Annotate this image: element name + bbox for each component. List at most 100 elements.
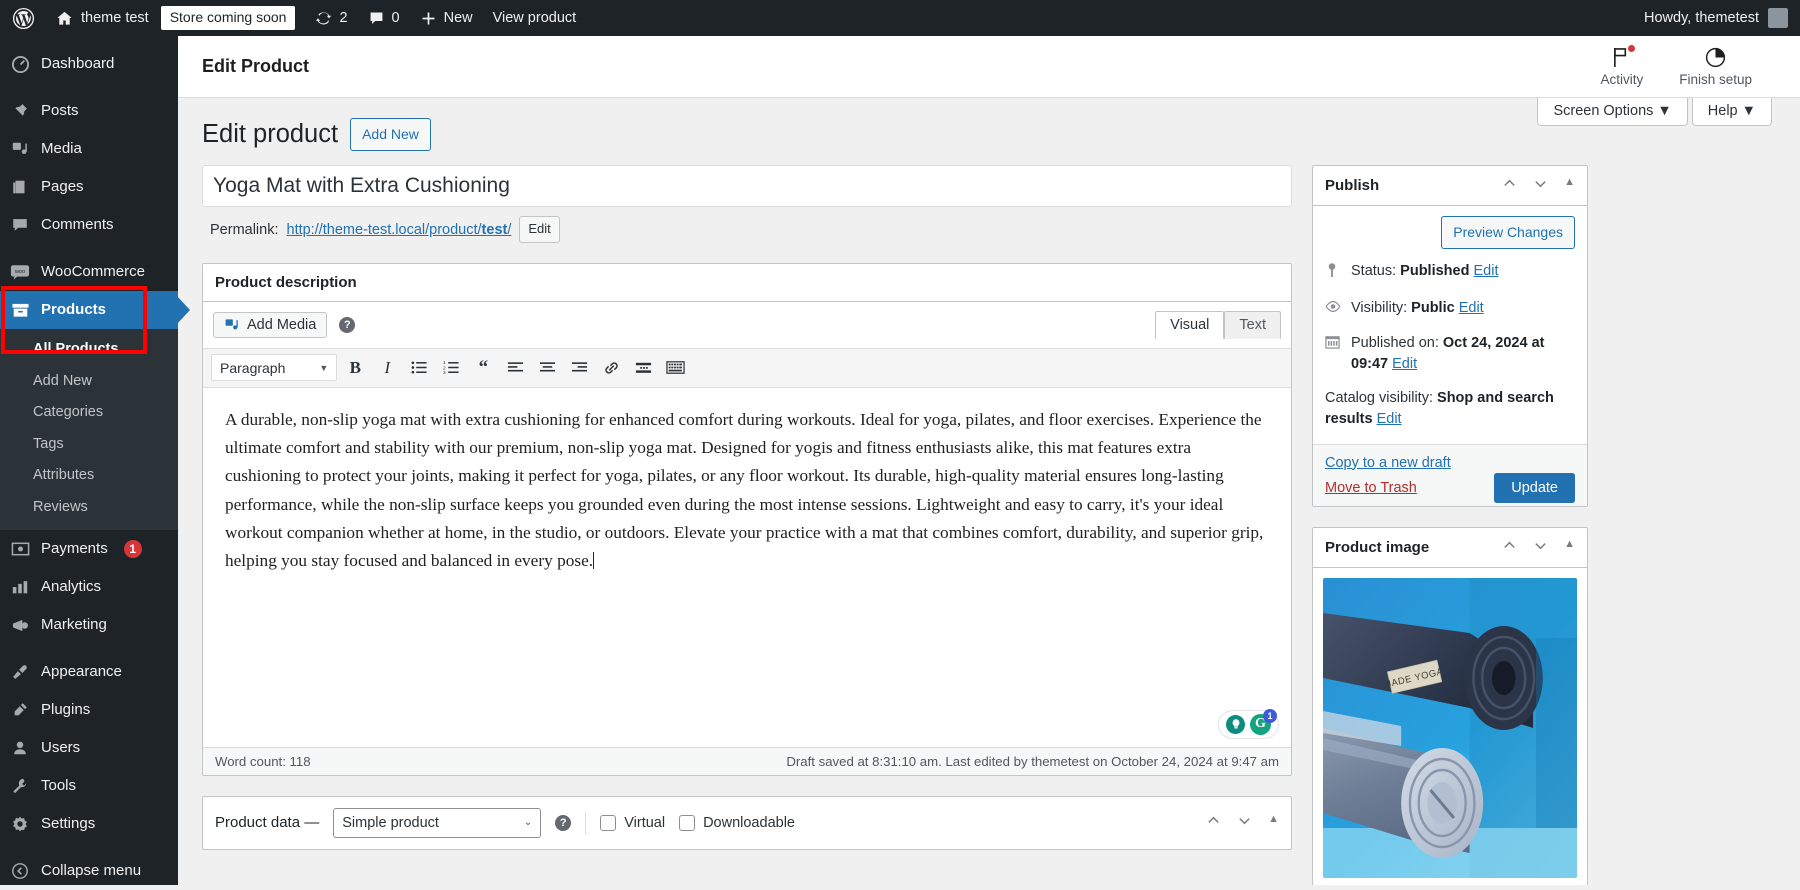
submenu-label: All Products bbox=[33, 341, 118, 357]
insert-link-icon[interactable] bbox=[597, 354, 625, 382]
comments-count: 0 bbox=[392, 10, 400, 26]
editor-content-area[interactable]: A durable, non-slip yoga mat with extra … bbox=[203, 388, 1291, 747]
read-more-icon[interactable] bbox=[629, 354, 657, 382]
updates-icon bbox=[315, 10, 332, 27]
toggle-panel-icon[interactable]: ▲ bbox=[1564, 176, 1575, 195]
sidebar-item-dashboard[interactable]: Dashboard bbox=[0, 45, 178, 83]
bulleted-list-icon[interactable] bbox=[405, 354, 433, 382]
finish-setup-button[interactable]: Finish setup bbox=[1679, 46, 1752, 87]
sidebar-item-reviews[interactable]: Reviews bbox=[0, 492, 178, 524]
product-image-box: Product image ▲ bbox=[1312, 527, 1588, 885]
sidebar-item-plugins[interactable]: Plugins bbox=[0, 691, 178, 729]
sidebar-item-marketing[interactable]: Marketing bbox=[0, 606, 178, 644]
move-to-trash-link[interactable]: Move to Trash bbox=[1325, 480, 1451, 496]
product-type-select[interactable]: Simple product ⌄ bbox=[333, 808, 541, 838]
sidebar-item-add-new-product[interactable]: Add New bbox=[0, 366, 178, 398]
site-name-menu[interactable]: theme test bbox=[45, 0, 159, 36]
tab-text[interactable]: Text bbox=[1224, 311, 1281, 339]
activity-button[interactable]: Activity bbox=[1600, 46, 1643, 87]
move-down-icon[interactable] bbox=[1237, 813, 1252, 832]
move-up-icon[interactable] bbox=[1502, 538, 1517, 557]
copy-to-draft-link[interactable]: Copy to a new draft bbox=[1325, 455, 1451, 471]
sidebar-item-media[interactable]: Media bbox=[0, 130, 178, 168]
sidebar-item-users[interactable]: Users bbox=[0, 729, 178, 767]
grammarly-widget[interactable]: G 1 bbox=[1218, 710, 1279, 739]
tab-visual[interactable]: Visual bbox=[1155, 311, 1224, 339]
product-title-input[interactable]: Yoga Mat with Extra Cushioning bbox=[202, 165, 1292, 207]
edit-status-link[interactable]: Edit bbox=[1474, 263, 1499, 279]
sidebar-label: Collapse menu bbox=[41, 862, 141, 881]
preview-changes-button[interactable]: Preview Changes bbox=[1441, 216, 1575, 248]
edit-catalog-link[interactable]: Edit bbox=[1377, 411, 1402, 427]
sidebar-item-payments[interactable]: Payments 1 bbox=[0, 530, 178, 568]
edit-visibility-link[interactable]: Edit bbox=[1459, 300, 1484, 316]
screen-options-tab[interactable]: Screen Options ▼ bbox=[1537, 98, 1687, 126]
move-down-icon[interactable] bbox=[1533, 538, 1548, 557]
update-button[interactable]: Update bbox=[1494, 473, 1575, 503]
product-data-help-icon[interactable]: ? bbox=[555, 815, 571, 831]
edit-published-link[interactable]: Edit bbox=[1392, 356, 1417, 372]
sidebar-item-products[interactable]: Products bbox=[0, 291, 178, 329]
plus-icon bbox=[420, 10, 437, 27]
sidebar-label: Tools bbox=[41, 777, 76, 796]
edit-permalink-button[interactable]: Edit bbox=[519, 216, 559, 243]
text-caret bbox=[593, 552, 594, 569]
sidebar-item-analytics[interactable]: Analytics bbox=[0, 568, 178, 606]
paragraph-format-select[interactable]: Paragraph ▼ bbox=[211, 354, 337, 381]
sidebar-item-settings[interactable]: Settings bbox=[0, 805, 178, 843]
add-media-button[interactable]: Add Media bbox=[213, 312, 327, 338]
sidebar-item-tags[interactable]: Tags bbox=[0, 429, 178, 461]
align-center-icon[interactable] bbox=[533, 354, 561, 382]
sidebar-item-attributes[interactable]: Attributes bbox=[0, 460, 178, 492]
wordpress-logo-menu[interactable] bbox=[0, 0, 45, 36]
blockquote-icon[interactable]: “ bbox=[469, 354, 497, 382]
store-status[interactable]: Store coming soon bbox=[159, 0, 306, 36]
published-on-text: Published on: Oct 24, 2024 at 09:47 Edit bbox=[1351, 333, 1575, 375]
svg-text:1: 1 bbox=[443, 361, 446, 367]
sidebar-item-categories[interactable]: Categories bbox=[0, 397, 178, 429]
sidebar-item-comments[interactable]: Comments bbox=[0, 206, 178, 244]
add-new-button[interactable]: Add New bbox=[350, 118, 431, 150]
permalink-link[interactable]: http://theme-test.local/product/test/ bbox=[287, 222, 512, 238]
chevron-down-icon: ▼ bbox=[319, 363, 328, 373]
italic-icon[interactable]: I bbox=[373, 354, 401, 382]
align-left-icon[interactable] bbox=[501, 354, 529, 382]
sidebar-item-tools[interactable]: Tools bbox=[0, 767, 178, 805]
product-image-thumbnail[interactable]: JADE YOGA bbox=[1323, 578, 1577, 878]
updates-menu[interactable]: 2 bbox=[305, 0, 357, 36]
updates-count: 2 bbox=[339, 10, 347, 26]
add-media-icon bbox=[224, 317, 240, 333]
media-icon bbox=[9, 139, 31, 159]
move-up-icon[interactable] bbox=[1502, 176, 1517, 195]
virtual-checkbox[interactable]: Virtual bbox=[600, 815, 665, 831]
move-up-icon[interactable] bbox=[1206, 813, 1221, 832]
new-content-menu[interactable]: New bbox=[410, 0, 483, 36]
sidebar-item-appearance[interactable]: Appearance bbox=[0, 653, 178, 691]
sidebar-item-collapse-menu[interactable]: Collapse menu bbox=[0, 852, 178, 890]
permalink-base: http://theme-test.local/product/ bbox=[287, 222, 482, 238]
move-down-icon[interactable] bbox=[1533, 176, 1548, 195]
tools-icon bbox=[9, 776, 31, 796]
sidebar-item-pages[interactable]: Pages bbox=[0, 168, 178, 206]
sidebar-item-woocommerce[interactable]: woo WooCommerce bbox=[0, 253, 178, 291]
payments-icon bbox=[9, 539, 31, 559]
toggle-panel-icon[interactable]: ▲ bbox=[1268, 813, 1279, 832]
toggle-panel-icon[interactable]: ▲ bbox=[1564, 538, 1575, 557]
svg-text:woo: woo bbox=[14, 269, 25, 275]
help-tab[interactable]: Help ▼ bbox=[1692, 98, 1772, 126]
permalink-row: Permalink: http://theme-test.local/produ… bbox=[210, 216, 1292, 243]
my-account-menu[interactable]: Howdy, themetest bbox=[1644, 8, 1800, 28]
bold-icon[interactable]: B bbox=[341, 354, 369, 382]
align-right-icon[interactable] bbox=[565, 354, 593, 382]
help-label: Help bbox=[1708, 103, 1738, 119]
toolbar-toggle-icon[interactable] bbox=[661, 354, 689, 382]
help-tip-icon[interactable]: ? bbox=[339, 317, 355, 333]
view-product-link[interactable]: View product bbox=[483, 0, 587, 36]
menu-spacer-3 bbox=[0, 644, 178, 653]
sidebar-item-posts[interactable]: Posts bbox=[0, 92, 178, 130]
sidebar-item-all-products[interactable]: All Products bbox=[0, 334, 178, 366]
downloadable-checkbox[interactable]: Downloadable bbox=[679, 815, 795, 831]
comments-menu[interactable]: 0 bbox=[358, 0, 410, 36]
numbered-list-icon[interactable]: 123 bbox=[437, 354, 465, 382]
product-data-header: Product data — Simple product ⌄ ? Virtua… bbox=[203, 797, 1291, 849]
